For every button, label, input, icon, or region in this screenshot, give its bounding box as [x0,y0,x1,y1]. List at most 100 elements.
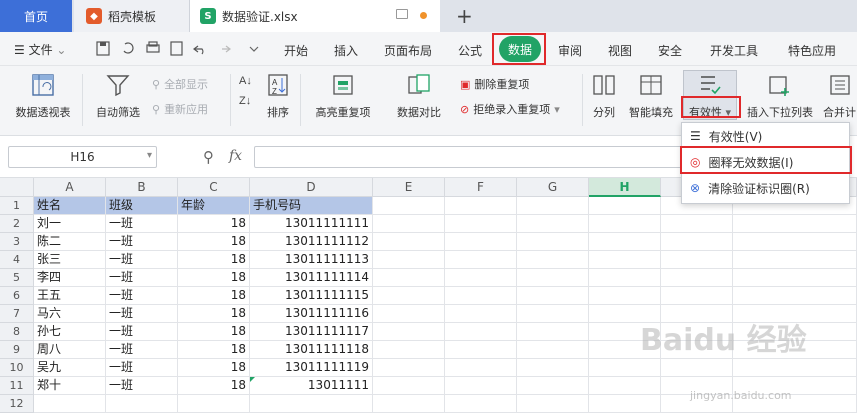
column-header[interactable]: E [373,178,445,197]
table-cell[interactable] [589,251,661,269]
table-cell[interactable]: 一班 [106,269,178,287]
table-cell[interactable]: 13011111112 [250,233,373,251]
new-tab-button[interactable]: + [456,4,473,28]
table-cell[interactable]: 18 [178,341,250,359]
table-cell[interactable] [589,269,661,287]
pivot-table-button[interactable]: 数据透视表 [10,72,76,120]
table-cell[interactable] [661,233,733,251]
table-header-cell[interactable]: 年龄 [178,197,250,215]
table-cell[interactable]: 18 [178,269,250,287]
table-cell[interactable] [373,377,445,395]
file-menu[interactable]: ☰ 文件 ⌄ [14,41,66,58]
zoom-search-icon[interactable]: ⚲ [203,148,214,166]
table-cell[interactable]: 张三 [34,251,106,269]
reapply-button[interactable]: ⚲ 重新应用 [152,101,208,117]
screen-icon[interactable] [396,9,408,19]
menu-home[interactable]: 开始 [284,42,308,59]
row-header[interactable]: 1 [0,197,34,215]
table-cell[interactable]: 一班 [106,305,178,323]
table-cell[interactable] [517,323,589,341]
table-cell[interactable] [373,341,445,359]
highlight-duplicates-button[interactable]: 高亮重复项 [306,72,380,120]
reject-duplicates-button[interactable]: ⊘ 拒绝录入重复项 ▾ [460,101,560,117]
row-header[interactable]: 6 [0,287,34,305]
table-cell[interactable] [517,359,589,377]
table-cell[interactable] [517,197,589,215]
smart-fill-button[interactable]: 智能填充 [624,72,678,120]
table-cell[interactable]: 18 [178,359,250,377]
table-cell[interactable] [373,215,445,233]
autofilter-button[interactable]: 自动筛选 [92,72,144,120]
table-cell[interactable] [250,395,373,413]
table-cell[interactable] [661,359,733,377]
table-cell[interactable]: 18 [178,377,250,395]
row-header[interactable]: 2 [0,215,34,233]
table-cell[interactable] [445,269,517,287]
table-cell[interactable] [445,395,517,413]
menu-formula[interactable]: 公式 [458,42,482,59]
row-header[interactable]: 11 [0,377,34,395]
table-cell[interactable] [733,233,857,251]
row-header[interactable]: 4 [0,251,34,269]
table-cell[interactable]: 13011111117 [250,323,373,341]
formula-input[interactable] [254,146,694,168]
row-header[interactable]: 5 [0,269,34,287]
table-cell[interactable]: 13011111113 [250,251,373,269]
table-cell[interactable]: 一班 [106,287,178,305]
table-cell[interactable]: 一班 [106,251,178,269]
column-header[interactable]: C [178,178,250,197]
table-cell[interactable]: 周八 [34,341,106,359]
table-header-cell[interactable]: 班级 [106,197,178,215]
row-header[interactable]: 10 [0,359,34,377]
table-cell[interactable] [373,359,445,377]
table-cell[interactable]: 一班 [106,323,178,341]
select-all-corner[interactable] [0,178,34,197]
table-cell[interactable] [517,215,589,233]
table-cell[interactable] [733,251,857,269]
table-cell[interactable] [661,215,733,233]
table-cell[interactable]: 18 [178,233,250,251]
table-cell[interactable]: 马六 [34,305,106,323]
table-cell[interactable] [373,197,445,215]
table-cell[interactable] [373,305,445,323]
table-cell[interactable]: 18 [178,323,250,341]
table-cell[interactable] [445,215,517,233]
table-cell[interactable] [733,215,857,233]
table-cell[interactable] [445,323,517,341]
menu-security[interactable]: 安全 [658,42,682,59]
table-cell[interactable]: 陈二 [34,233,106,251]
insert-dropdown-list-button[interactable]: 插入下拉列表 [742,72,818,120]
table-cell[interactable]: 一班 [106,215,178,233]
table-cell[interactable]: 一班 [106,341,178,359]
row-header[interactable]: 8 [0,323,34,341]
row-header[interactable]: 7 [0,305,34,323]
table-cell[interactable]: 13011111114 [250,269,373,287]
dropdown-item-clear-circles[interactable]: ⊗ 清除验证标识圈(R) [682,176,849,200]
column-header[interactable]: H [589,178,661,197]
menu-view[interactable]: 视图 [608,42,632,59]
table-cell[interactable] [445,197,517,215]
table-cell[interactable] [589,287,661,305]
table-cell[interactable] [589,215,661,233]
table-cell[interactable]: 孙七 [34,323,106,341]
table-cell[interactable] [733,287,857,305]
table-cell[interactable]: 13011111119 [250,359,373,377]
table-cell[interactable] [517,395,589,413]
tab-file[interactable]: S 数据验证.xlsx [190,0,440,32]
table-cell[interactable] [517,377,589,395]
table-cell[interactable] [445,251,517,269]
table-cell[interactable]: 刘一 [34,215,106,233]
table-cell[interactable]: 吴九 [34,359,106,377]
table-cell[interactable] [373,395,445,413]
table-header-cell[interactable]: 手机号码 [250,197,373,215]
table-cell[interactable] [517,269,589,287]
table-cell[interactable] [178,395,250,413]
column-header[interactable]: D [250,178,373,197]
fx-button[interactable]: fx [229,148,242,164]
table-cell[interactable] [517,233,589,251]
table-cell[interactable] [517,305,589,323]
menu-page-layout[interactable]: 页面布局 [384,42,432,59]
table-cell[interactable] [373,251,445,269]
table-cell[interactable]: 一班 [106,377,178,395]
table-cell[interactable] [733,359,857,377]
